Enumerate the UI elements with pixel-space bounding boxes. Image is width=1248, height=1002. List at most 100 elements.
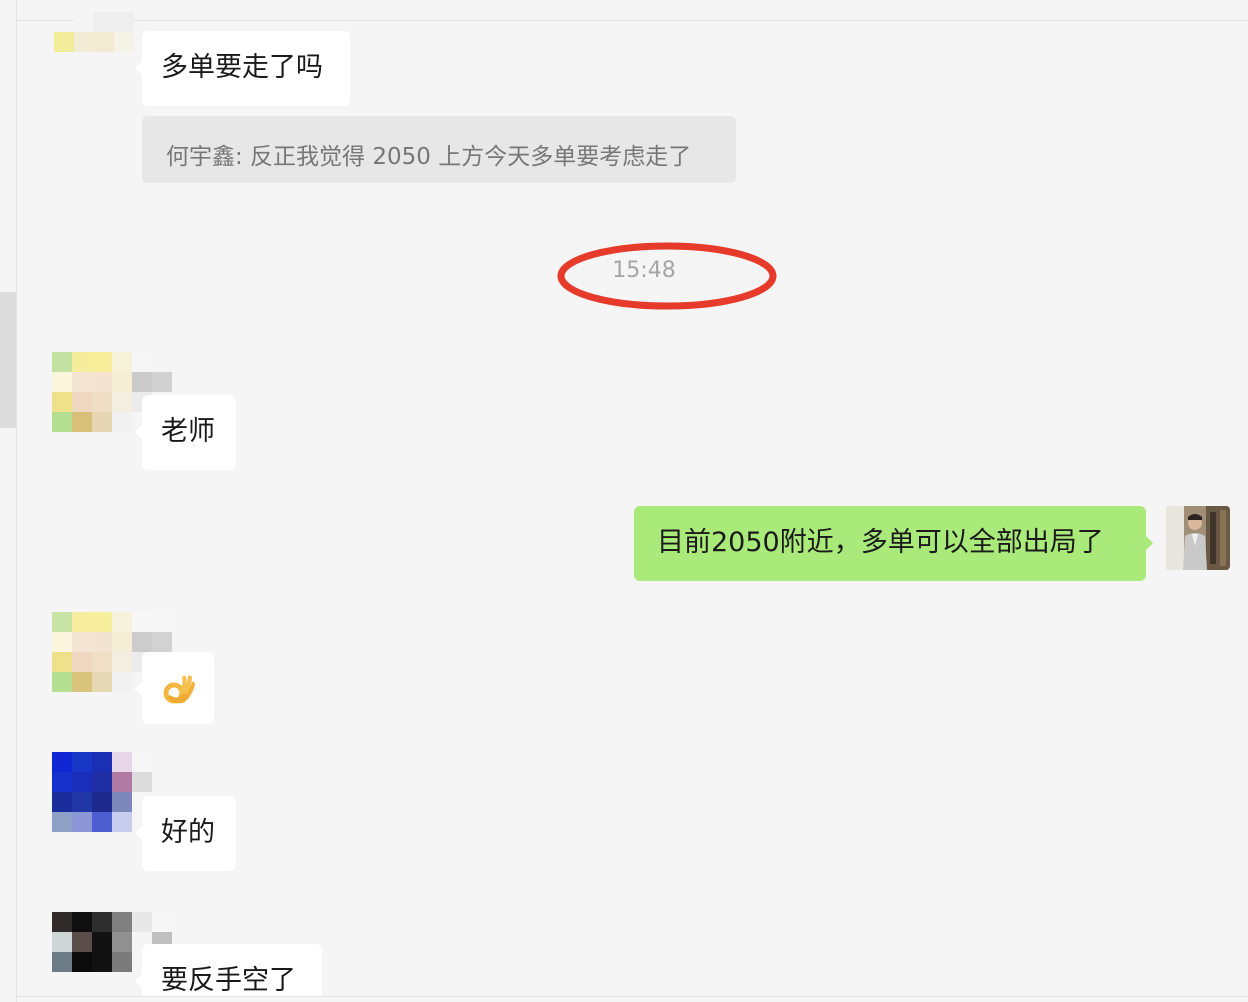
avatar-pixel	[112, 912, 132, 932]
message-text: 目前2050附近，多单可以全部出局了	[657, 527, 1104, 558]
avatar-pixel	[72, 952, 92, 972]
avatar-pixel	[52, 392, 72, 412]
ok-hand-icon	[163, 675, 195, 704]
avatar-pixel	[52, 412, 72, 432]
avatar-pixel	[72, 432, 92, 452]
avatar-pixel	[152, 372, 172, 392]
avatar-pixel	[92, 912, 112, 932]
message-text: 多单要走了吗	[161, 52, 323, 83]
quoted-message-text: 何宇鑫: 反正我觉得 2050 上方今天多单要考虑走了	[166, 144, 692, 170]
avatar-pixel	[132, 372, 152, 392]
avatar-pixel	[112, 412, 132, 432]
timestamp: 15:48	[612, 258, 676, 283]
avatar-pixel	[112, 632, 132, 652]
panel-top-border	[17, 20, 1248, 21]
avatar-pixel	[112, 772, 132, 792]
avatar-pixel	[92, 432, 112, 452]
message-bubble[interactable]	[135, 652, 214, 724]
chat-panel[interactable]: 多单要走了吗 何宇鑫: 反正我觉得 2050 上方今天多单要考虑走了 15:48…	[0, 0, 1248, 1002]
avatar-pixel	[112, 952, 132, 972]
avatar-pixel	[132, 752, 152, 772]
message-bubble[interactable]: 老师	[135, 395, 236, 470]
avatar-pixel	[112, 452, 132, 472]
avatar-pixel	[52, 952, 72, 972]
message-bubble[interactable]: 好的	[135, 796, 236, 871]
avatar-pixel	[72, 752, 92, 772]
avatar-pixel	[152, 772, 172, 792]
avatar-pixel	[114, 32, 134, 52]
avatar-pixel	[112, 372, 132, 392]
avatar-pixel	[52, 792, 72, 812]
avatar-pixel	[52, 912, 72, 932]
avatar-pixel	[92, 932, 112, 952]
avatar-pixel	[92, 772, 112, 792]
avatar-pixel	[132, 912, 152, 932]
message-text: 老师	[161, 416, 215, 447]
avatar-pixel	[72, 812, 92, 832]
avatar-pixel	[112, 612, 132, 632]
avatar-pixel	[72, 912, 92, 932]
avatar-pixel	[112, 672, 132, 692]
avatar-pixel	[72, 392, 92, 412]
avatar-pixel	[152, 352, 172, 372]
avatar-pixel	[112, 432, 132, 452]
avatar-pixel	[134, 12, 154, 32]
avatar-pixel	[92, 672, 112, 692]
avatar-pixel	[72, 352, 92, 372]
avatar-pixel	[112, 392, 132, 412]
avatar-pixel	[52, 432, 72, 452]
avatar-pixel	[72, 412, 92, 432]
avatar-pixel	[52, 812, 72, 832]
avatar-pixel	[72, 452, 92, 472]
avatar-pixel	[112, 652, 132, 672]
avatar-self[interactable]	[1166, 506, 1230, 570]
avatar-pixel	[152, 912, 172, 932]
avatar-pixel	[52, 672, 72, 692]
avatar-pixel	[92, 792, 112, 812]
avatar-pixel	[112, 932, 132, 952]
avatar-pixel	[54, 12, 74, 32]
avatar-pixel	[92, 612, 112, 632]
avatar-pixel	[92, 952, 112, 972]
avatar-pixel	[132, 632, 152, 652]
avatar-pixel	[74, 32, 94, 52]
avatar-pixel	[92, 352, 112, 372]
avatar-pixel	[132, 352, 152, 372]
quoted-message[interactable]: 何宇鑫: 反正我觉得 2050 上方今天多单要考虑走了	[142, 116, 736, 183]
avatar-pixel	[92, 412, 112, 432]
avatar-pixel	[54, 32, 74, 52]
avatar-pixel	[94, 32, 114, 52]
avatar-photo	[1166, 506, 1230, 570]
message-text: 要反手空了	[161, 965, 296, 996]
avatar-pixel	[154, 12, 174, 32]
avatar-pixel	[92, 392, 112, 412]
avatar-pixel	[94, 12, 114, 32]
avatar-pixel	[112, 792, 132, 812]
message-bubble-self[interactable]: 目前2050附近，多单可以全部出局了	[634, 506, 1153, 581]
avatar-pixel	[132, 772, 152, 792]
scrollbar-thumb[interactable]	[0, 292, 16, 428]
avatar-pixel	[52, 752, 72, 772]
panel-bottom-border	[17, 996, 1248, 997]
avatar-pixel	[72, 772, 92, 792]
message-bubble[interactable]: 多单要走了吗	[135, 31, 350, 106]
avatar-pixel	[52, 772, 72, 792]
avatar-pixel	[72, 672, 92, 692]
avatar-pixel	[92, 372, 112, 392]
avatar-pixel	[152, 612, 172, 632]
avatar-pixel	[92, 812, 112, 832]
avatar-pixel	[114, 12, 134, 32]
avatar-pixel	[72, 792, 92, 812]
avatar-pixel	[72, 652, 92, 672]
avatar-pixel	[72, 632, 92, 652]
panel-left-border	[16, 0, 17, 1002]
avatar-pixel	[152, 632, 172, 652]
avatar-pixel	[152, 752, 172, 772]
avatar-pixel	[52, 632, 72, 652]
avatar-pixel	[72, 612, 92, 632]
avatar-pixel	[52, 352, 72, 372]
avatar-pixel	[112, 812, 132, 832]
avatar-pixel	[52, 452, 72, 472]
message-bubble[interactable]: 要反手空了	[135, 944, 322, 996]
avatar-pixel	[74, 12, 94, 32]
